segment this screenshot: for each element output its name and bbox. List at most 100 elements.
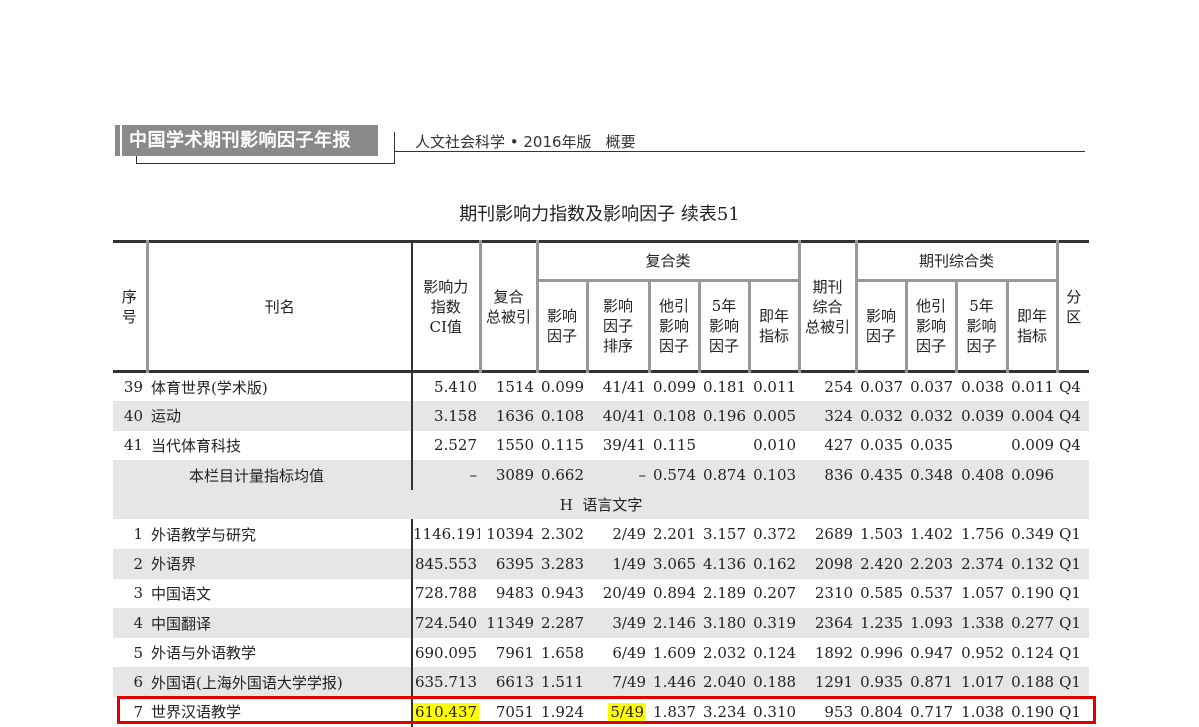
table-row: 39 体育世界(学术版) 5.410 1514 0.099 41/41 0.099 0.181… [113, 371, 1089, 402]
ci-cell: 5.410 [434, 378, 477, 397]
group-composite-header: 复合类 [537, 241, 801, 282]
j-immediacy-cell: 0.124 [1011, 643, 1055, 662]
seq-cell: 7 [133, 702, 143, 721]
report-banner-title: 中国学术期刊影响因子年报 [122, 125, 378, 156]
comp-immediacy-cell: 0.103 [753, 466, 797, 485]
j-5yr-cell: 0.038 [961, 378, 1005, 397]
j-immediacy-cell: 0.190 [1011, 702, 1055, 721]
comp-rank-cell: 7/49 [612, 673, 646, 692]
journal-total-cited-cell: 254 [824, 378, 854, 397]
ci-cell: 635.713 [414, 673, 477, 692]
comp-if-cell: 1.511 [541, 673, 584, 692]
comp-if-cell: 0.943 [541, 584, 584, 603]
comp-immediacy-cell: 0.319 [753, 614, 797, 633]
journal-total-cited-cell: 2364 [814, 614, 854, 633]
j-5yr-cell: 1.038 [961, 702, 1005, 721]
comp-if-cell: 2.302 [541, 525, 584, 544]
col-j-immediacy-header: 即年 指标 [1007, 280, 1059, 372]
j-if-cell: 0.935 [860, 673, 904, 692]
comp-other-if-cell: 0.108 [653, 406, 696, 425]
journal-index-table: 序 号 刊名 影响力 指数 CI值 复合 总被引 复合类 期刊 综合 总被引 期… [113, 240, 1090, 727]
comp-if-cell: 2.287 [541, 614, 584, 633]
j-immediacy-cell: 0.188 [1011, 673, 1055, 692]
comp-other-if-cell: 0.574 [653, 466, 696, 485]
j-if-cell: 0.032 [860, 406, 904, 425]
journal-name-cell: 运动 [147, 401, 413, 431]
comp-immediacy-cell: 0.372 [753, 525, 797, 544]
comp-immediacy-cell: 0.011 [753, 378, 797, 397]
j-immediacy-cell: 0.004 [1011, 406, 1055, 425]
col-comp-5yr-header: 5年 影响 因子 [699, 280, 751, 372]
j-immediacy-cell: 0.132 [1011, 554, 1055, 573]
table-row: 2 外语界 845.553 6395 3.283 1/49 3.065 4.136 0.162 2… [113, 549, 1090, 579]
col-j-5yr-header: 5年 影响 因子 [956, 280, 1009, 372]
comp-5yr-cell: 0.874 [703, 466, 746, 485]
col-comp-if-header: 影响 因子 [537, 280, 589, 372]
comp-other-if-cell: 0.099 [653, 378, 696, 397]
comp-immediacy-cell: 0.188 [753, 673, 797, 692]
comp-5yr-cell: 3.180 [703, 614, 746, 633]
comp-immediacy-cell: 0.207 [753, 584, 797, 603]
quartile-cell: Q4 [1059, 436, 1081, 455]
comp-rank-cell: 41/41 [602, 378, 646, 397]
table-body: 39 体育世界(学术版) 5.410 1514 0.099 41/41 0.099 0.181… [113, 371, 1090, 727]
ci-cell: 728.788 [414, 584, 477, 603]
j-other-if-cell: 2.203 [910, 554, 954, 573]
journal-name-cell: 中国语文 [147, 578, 413, 609]
comp-5yr-cell: 0.181 [703, 378, 746, 397]
total-cited-cell: 1636 [495, 406, 534, 425]
j-other-if-cell: 0.037 [910, 378, 954, 397]
j-5yr-cell [956, 431, 1007, 461]
col-seq-header: 序 号 [113, 241, 149, 372]
section-label: H 语言文字 [113, 489, 1090, 520]
total-cited-cell: 1514 [495, 378, 534, 397]
journal-total-cited-cell: 1892 [814, 643, 854, 662]
ci-cell: 845.553 [414, 554, 477, 573]
comp-rank-cell: 2/49 [612, 525, 646, 544]
comp-immediacy-cell: 0.005 [753, 406, 797, 425]
comp-if-cell: 1.924 [541, 702, 584, 721]
table-row: 7 世界汉语教学 610.437 7051 1.924 5/49 1.837 3.234 0.3… [113, 697, 1089, 727]
comp-other-if-cell: 3.065 [653, 554, 696, 573]
seq-cell: 6 [133, 673, 143, 692]
j-5yr-cell: 1.017 [961, 673, 1005, 692]
total-cited-cell: 7961 [495, 643, 534, 662]
quartile-cell: Q1 [1059, 525, 1081, 544]
comp-rank-cell: – [638, 466, 647, 485]
table-row: 1 外语教学与研究 1146.191 10394 2.302 2/49 2.201 3.157… [113, 519, 1089, 550]
total-cited-cell: 10394 [486, 525, 534, 544]
ci-cell: 3.158 [434, 406, 477, 425]
comp-5yr-cell: 3.157 [703, 525, 746, 544]
j-5yr-cell: 1.338 [961, 614, 1005, 633]
average-row: 本栏目计量指标均值 –3089 0.662–0.574 0.874 0.103 836 0.… [113, 460, 1090, 490]
j-immediacy-cell: 0.190 [1011, 584, 1055, 603]
comp-if-cell: 0.662 [541, 466, 584, 485]
comp-other-if-cell: 2.201 [653, 525, 696, 544]
ci-cell: – [469, 466, 478, 485]
journal-name-cell: 体育世界(学术版) [147, 371, 413, 402]
comp-rank-cell: 1/49 [612, 554, 646, 573]
journal-total-cited-cell: 2689 [814, 525, 854, 544]
col-quartile-header: 分 区 [1066, 287, 1082, 326]
table-row: 3 中国语文 728.788 9483 0.943 20/49 0.894 2.189 0.20… [113, 578, 1089, 609]
j-5yr-cell: 1.057 [961, 584, 1005, 603]
total-cited-cell: 1550 [495, 436, 534, 455]
ci-cell: 2.527 [434, 436, 477, 455]
header-subtitle-edition: 人文社会科学 • 2016年版 [415, 133, 592, 151]
j-5yr-cell: 0.408 [961, 466, 1005, 485]
comp-5yr-cell: 4.136 [703, 554, 746, 573]
table-header: 序 号 刊名 影响力 指数 CI值 复合 总被引 复合类 期刊 综合 总被引 期… [113, 241, 1090, 372]
seq-cell: 4 [133, 614, 143, 633]
journal-total-cited-cell: 2310 [814, 584, 854, 603]
journal-name-cell: 外语界 [147, 549, 413, 579]
total-cited-cell: 6395 [495, 554, 534, 573]
comp-other-if-cell: 1.609 [653, 643, 696, 662]
comp-if-cell: 3.283 [541, 554, 584, 573]
highlighted-value: 5/49 [608, 702, 646, 721]
comp-rank-cell: 5/49 [587, 697, 649, 727]
journal-total-cited-cell: 2098 [814, 554, 854, 573]
j-if-cell: 0.035 [860, 436, 904, 455]
comp-rank-cell: 6/49 [612, 643, 646, 662]
banner-accent-bar [115, 125, 120, 156]
total-cited-cell: 9483 [495, 584, 534, 603]
